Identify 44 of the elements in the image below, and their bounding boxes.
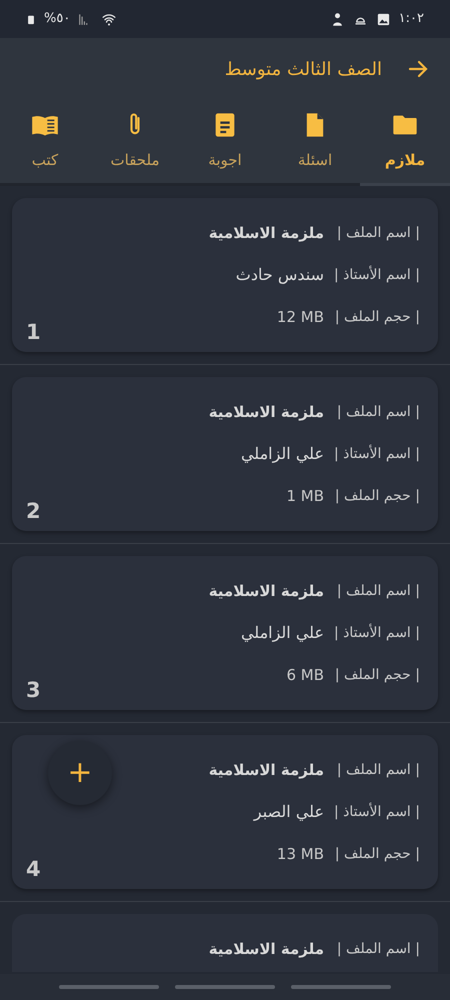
navigation-handle[interactable] <box>175 985 275 989</box>
teacher-name: علي الزاملي <box>240 443 324 465</box>
field-label: | اسم الملف | <box>336 402 420 422</box>
field-label: | اسم الملف | <box>336 582 420 600</box>
item-number: 4 <box>26 856 41 882</box>
field-label: | حجم الملف | <box>334 486 420 506</box>
field-label: | اسم الأستاذ | <box>332 444 420 464</box>
teacher-name: علي الصبر <box>254 801 324 823</box>
file-size: 1 MB <box>286 486 324 507</box>
teacher-name: علي الزاملي <box>240 622 324 644</box>
file-card[interactable]: | اسم الملف | ملزمة الاسلامية <box>12 914 438 972</box>
file-size: 6 MB <box>286 664 324 686</box>
navigation-handle[interactable] <box>291 985 391 989</box>
item-number: 3 <box>26 676 41 704</box>
image-icon <box>376 12 391 26</box>
file-name: ملزمة الاسلامية <box>208 938 324 960</box>
file-size: 12 MB <box>276 306 324 328</box>
field-label: | اسم الملف | <box>336 224 420 242</box>
field-label: | حجم الملف | <box>334 844 420 864</box>
item-number: 1 <box>26 318 41 346</box>
field-label: | اسم الملف | <box>336 760 420 780</box>
tab[interactable]: ملحقات <box>90 100 180 186</box>
teacher-name: سندس حادث <box>236 264 324 286</box>
navigation-handle[interactable] <box>59 985 159 989</box>
field-label: | اسم الأستاذ | <box>332 264 420 284</box>
field-label: | اسم الأستاذ | <box>332 622 420 642</box>
file-name: ملزمة الاسلامية <box>208 760 324 781</box>
item-number: 2 <box>26 498 41 524</box>
wifi-icon <box>100 12 118 26</box>
file-name: ملزمة الاسلامية <box>208 402 324 423</box>
status-time: ١:٠٢ <box>398 10 424 28</box>
tab[interactable]: اجوبة <box>180 100 270 186</box>
field-label: | حجم الملف | <box>334 308 420 326</box>
file-name: ملزمة الاسلامية <box>208 580 324 602</box>
field-label: | حجم الملف | <box>334 666 420 684</box>
tab[interactable]: كتب <box>0 100 90 186</box>
battery-level: %٥٠ <box>44 10 70 28</box>
page-title: الصف الثالث متوسط <box>224 58 382 82</box>
field-label: | اسم الملف | <box>336 940 420 958</box>
field-label: | اسم الأستاذ | <box>332 802 420 822</box>
file-size: 13 MB <box>276 844 324 865</box>
tab[interactable]: اسئلة <box>270 100 360 186</box>
file-name: ملزمة الاسلامية <box>208 222 324 244</box>
tab[interactable]: ملازم <box>360 100 450 186</box>
